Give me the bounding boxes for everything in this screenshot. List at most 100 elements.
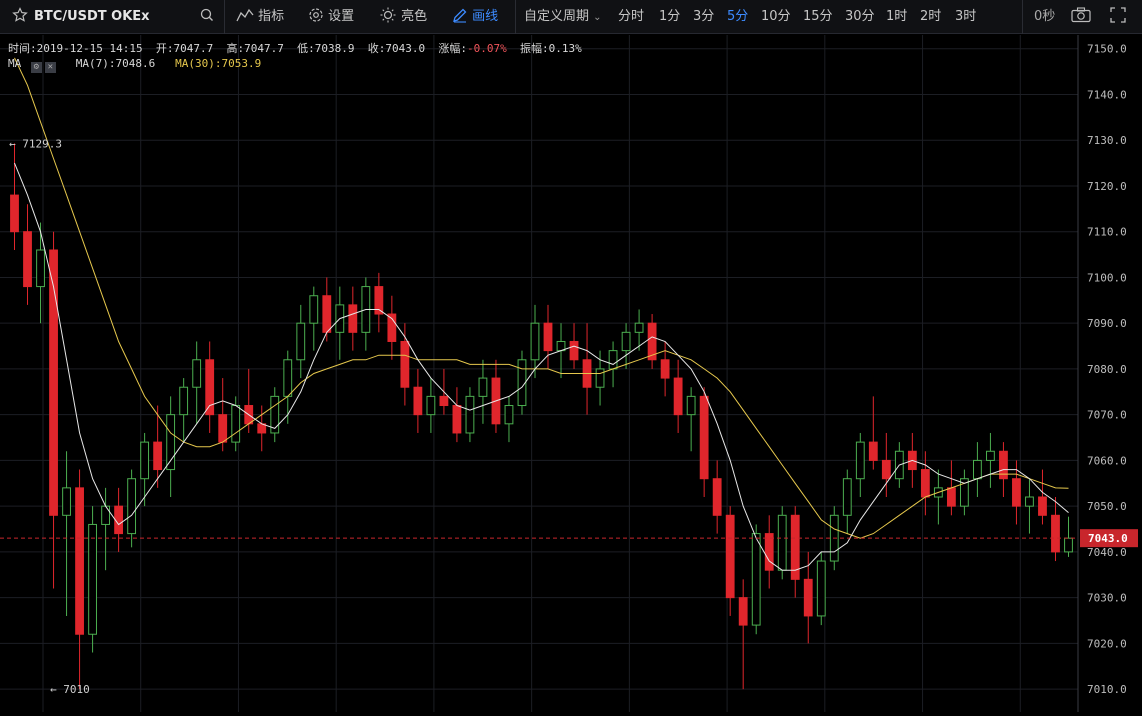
y-axis-tick-label: 7100.0 <box>1087 271 1127 284</box>
max-price-marker: ← 7129.3 <box>9 137 62 150</box>
candle-up <box>973 459 982 480</box>
settings-button[interactable]: 设置 <box>308 0 354 34</box>
ma-label: MA <box>8 57 22 70</box>
ma-settings-icon[interactable]: ⚙ <box>30 62 42 73</box>
y-axis-tick-label: 7010.0 <box>1087 683 1127 696</box>
candle-up <box>816 560 826 617</box>
open-label: 开: <box>155 42 174 55</box>
period-tab[interactable]: 3分 <box>693 0 714 34</box>
candle-up <box>686 395 696 416</box>
theme-toggle-button[interactable]: 亮色 <box>379 0 427 34</box>
candle-up <box>608 350 618 370</box>
y-axis-tick-label: 7070.0 <box>1087 409 1127 422</box>
chart-canvas[interactable]: 7010.0 7020.0 7030.0 7040.0 7050.0 7060.0 7070… <box>0 35 1142 712</box>
candle-up <box>166 414 176 471</box>
period-tab[interactable]: 2时 <box>920 0 941 34</box>
y-axis-tick-label: 7150.0 <box>1087 43 1127 56</box>
change-value: -0.07% <box>466 42 507 55</box>
period-tab[interactable]: 15分 <box>803 0 833 34</box>
candle-up <box>1064 537 1073 553</box>
candle-down <box>439 395 449 407</box>
candle-up <box>530 322 540 361</box>
period-tab[interactable]: 10分 <box>761 0 791 34</box>
candle-down <box>725 514 735 599</box>
countdown-timer: 0秒 <box>1034 9 1056 24</box>
period-tab[interactable]: 1时 <box>886 0 907 34</box>
candle-down <box>712 478 722 516</box>
period-tab-active[interactable]: 5分 <box>727 0 748 34</box>
period-tab[interactable]: 3时 <box>955 0 976 34</box>
candle-down <box>738 597 748 626</box>
candlestick-chart[interactable]: 7010.0 7020.0 7030.0 7040.0 7050.0 7060.0 7070… <box>0 35 1142 712</box>
candle-down <box>153 441 163 471</box>
candle-up <box>140 441 150 480</box>
fullscreen-icon[interactable] <box>1110 0 1126 34</box>
symbol-title[interactable]: BTC/USDT OKEx <box>34 0 150 34</box>
low-value: 7038.9 <box>314 42 355 55</box>
high-value: 7047.7 <box>244 42 284 55</box>
open-value: 7047.7 <box>173 42 214 55</box>
candle-down <box>543 322 553 352</box>
custom-period-dropdown[interactable]: 自定义周期 ⌄ <box>524 0 602 34</box>
y-axis-tick-label: 7060.0 <box>1087 454 1127 467</box>
candle-down <box>75 487 84 635</box>
y-axis-tick-label: 7090.0 <box>1087 317 1127 330</box>
theme-label: 亮色 <box>401 9 428 24</box>
y-axis-tick-label: 7110.0 <box>1087 226 1127 239</box>
ma7-label: MA(7): <box>75 57 116 70</box>
y-axis-tick-label: 7020.0 <box>1087 637 1127 650</box>
gear-icon <box>309 8 323 22</box>
candle-down <box>920 469 930 498</box>
draw-button[interactable]: 画线 <box>452 0 498 34</box>
toolbar-divider <box>1022 0 1023 34</box>
candle-up <box>465 395 475 434</box>
candle-down <box>803 578 813 617</box>
change-label: 涨幅: <box>438 42 467 55</box>
ma7-value: 7048.6 <box>115 57 156 70</box>
candle-down <box>413 386 423 416</box>
candle-down <box>452 405 462 434</box>
period-tab[interactable]: 30分 <box>845 0 875 34</box>
candle-up <box>309 295 319 324</box>
candle-up <box>751 533 761 626</box>
camera-icon[interactable] <box>1071 0 1091 34</box>
chevron-down-icon: ⌄ <box>593 12 602 23</box>
candle-up <box>101 505 110 525</box>
favorite-star-icon[interactable] <box>12 0 28 34</box>
candle-down <box>1038 496 1047 516</box>
candle-down <box>673 377 683 416</box>
candle-down <box>1051 514 1060 553</box>
candle-down <box>699 395 709 480</box>
candle-up <box>478 377 488 397</box>
candle-up <box>855 441 865 480</box>
candle-up <box>1025 496 1034 507</box>
y-axis-tick-label: 7140.0 <box>1087 88 1127 101</box>
ma30-value: 7053.9 <box>221 57 262 70</box>
candle-up <box>842 478 852 516</box>
y-axis-tick-label: 7030.0 <box>1087 592 1127 605</box>
candle-down <box>49 249 58 516</box>
amplitude-label: 振幅: <box>519 42 549 55</box>
candle-up <box>36 249 45 288</box>
search-icon[interactable] <box>199 0 215 34</box>
min-price-marker: ← 7010 <box>50 683 90 696</box>
candle-up <box>621 331 631 352</box>
candle-down <box>868 441 878 461</box>
sun-icon <box>380 7 396 23</box>
ma-close-icon[interactable]: ✕ <box>44 62 56 73</box>
candle-down <box>764 533 774 571</box>
period-tab[interactable]: 1分 <box>659 0 680 34</box>
indicators-button[interactable]: 指标 <box>236 0 284 34</box>
indicators-label: 指标 <box>258 9 285 24</box>
time-label: 时间: <box>8 42 37 55</box>
pen-icon <box>453 8 467 23</box>
high-label: 高: <box>226 42 245 55</box>
amplitude-value: 0.13% <box>548 42 582 55</box>
candle-down <box>23 231 32 288</box>
candle-down <box>400 340 410 388</box>
y-axis-tick-label: 7130.0 <box>1087 134 1127 147</box>
top-toolbar: BTC/USDT OKEx 指标 设置 亮色 画线 自定义周期 ⌄ 分时 1分 … <box>0 0 1142 34</box>
current-price-label: 7043.0 <box>1088 532 1128 545</box>
custom-period-label: 自定义周期 <box>524 9 590 24</box>
period-tab[interactable]: 分时 <box>618 0 644 34</box>
